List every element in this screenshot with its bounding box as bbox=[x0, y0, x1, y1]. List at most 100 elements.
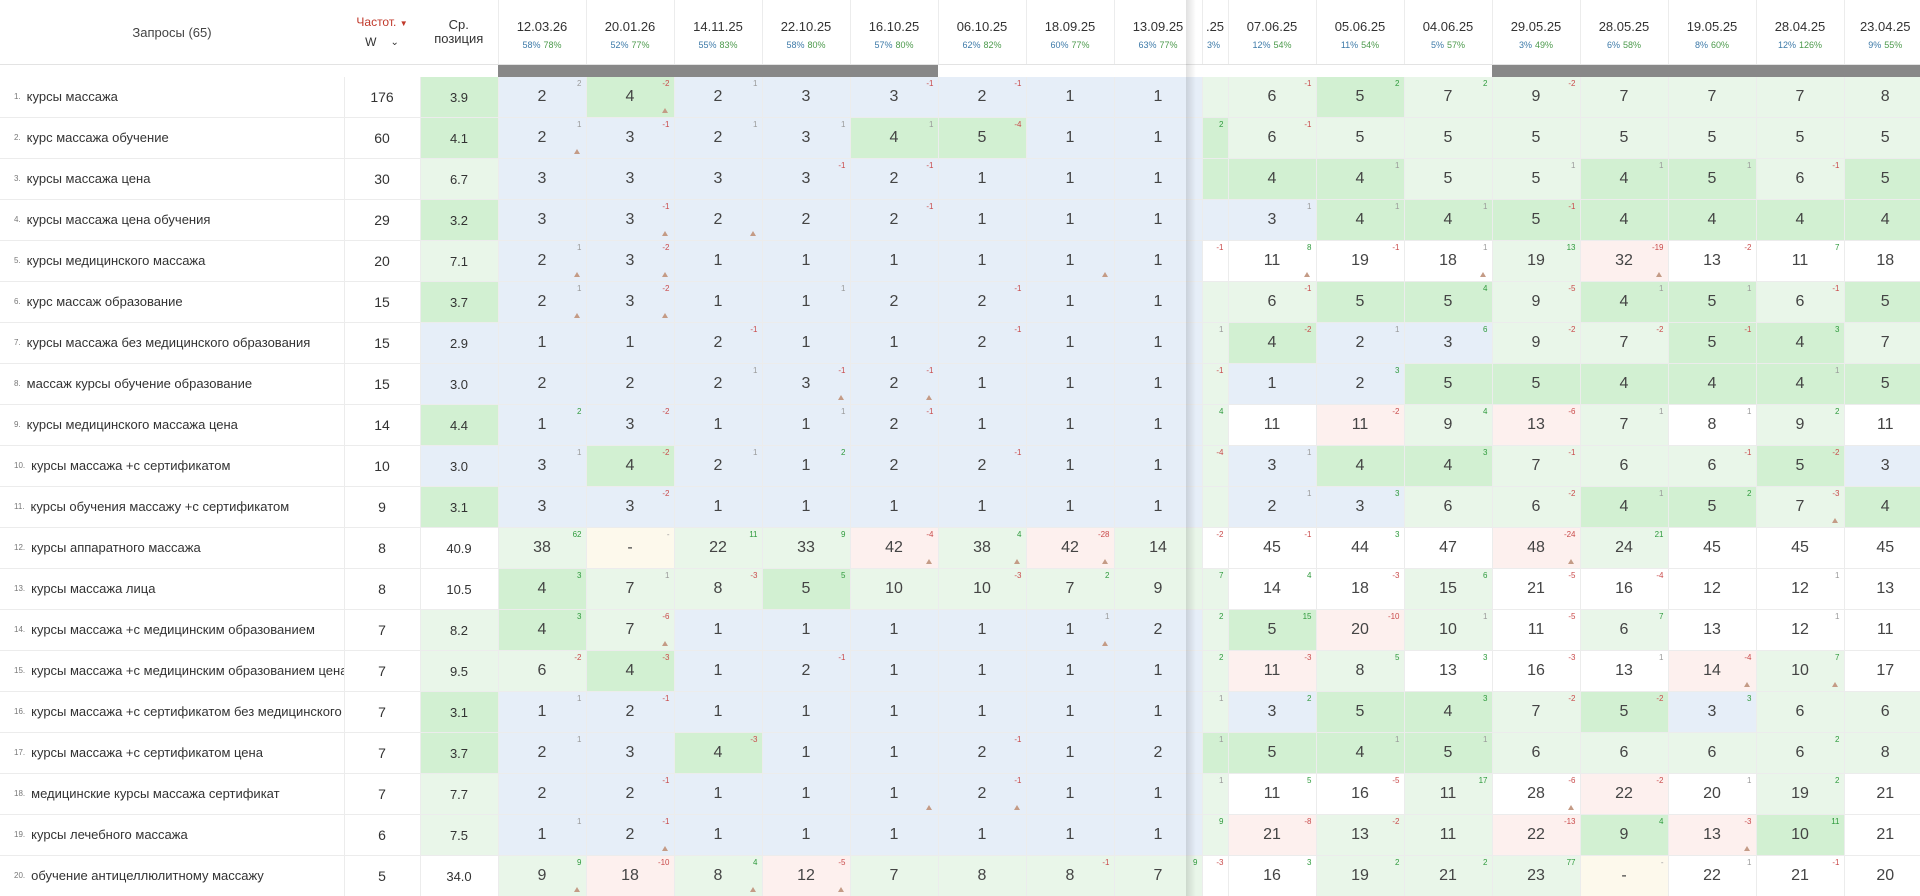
position-cell[interactable]: 11 -2 bbox=[1315, 404, 1404, 446]
position-cell[interactable]: 1 bbox=[761, 486, 850, 528]
position-cell[interactable]: 32 -19 bbox=[1579, 240, 1668, 282]
position-cell[interactable] bbox=[1201, 281, 1228, 323]
position-cell[interactable]: 2 -1 bbox=[585, 773, 674, 815]
position-cell[interactable]: 1 bbox=[1025, 158, 1114, 200]
table-row[interactable]: 14. курсы массажа +с медицинским образова… bbox=[0, 609, 1920, 651]
position-cell[interactable]: 2 bbox=[585, 363, 674, 405]
position-cell[interactable]: 52 bbox=[1667, 486, 1756, 528]
position-cell[interactable]: 3 bbox=[1843, 445, 1920, 487]
position-cell[interactable]: 2 -1 bbox=[585, 691, 674, 733]
position-cell[interactable]: 12 bbox=[1667, 568, 1756, 610]
position-cell[interactable]: 4 bbox=[1843, 199, 1920, 241]
position-cell[interactable]: 3 bbox=[761, 77, 850, 118]
position-cell[interactable]: 12 1 bbox=[1755, 568, 1844, 610]
position-cell[interactable]: 18 -10 bbox=[585, 855, 674, 896]
position-cell[interactable]: 2 -1 bbox=[849, 404, 938, 446]
position-cell[interactable]: 21 bbox=[673, 363, 762, 405]
position-cell[interactable]: 21 bbox=[673, 445, 762, 487]
position-cell[interactable]: 1 bbox=[1025, 486, 1114, 528]
position-cell[interactable]: 11 bbox=[497, 814, 586, 856]
position-cell[interactable]: 21 bbox=[673, 77, 762, 118]
table-row[interactable]: 2. курс массажа обучение 60 4.1 2 1 3 -1 2 1 3 1 4 1 5… bbox=[0, 117, 1920, 159]
position-cell[interactable]: 1 bbox=[1113, 650, 1202, 692]
position-cell[interactable]: 85 bbox=[1315, 650, 1404, 692]
position-cell[interactable]: 11 -5 bbox=[1491, 609, 1580, 651]
position-cell[interactable]: 43 bbox=[497, 609, 586, 651]
position-cell[interactable]: 33 bbox=[1315, 486, 1404, 528]
position-cell[interactable]: 1 bbox=[937, 404, 1026, 446]
position-cell[interactable]: 1 bbox=[673, 404, 762, 446]
position-cell[interactable]: 1 bbox=[1113, 691, 1202, 733]
position-cell[interactable]: 8 bbox=[1843, 77, 1920, 118]
position-cell[interactable]: 62 bbox=[1755, 732, 1844, 774]
date-column-header[interactable]: 23.04.25 9% 55% bbox=[1843, 0, 1920, 65]
position-cell[interactable]: 5 bbox=[1843, 158, 1920, 200]
date-column-header[interactable]: 06.10.25 62% 82% bbox=[937, 0, 1026, 65]
position-cell[interactable]: 22 -2 bbox=[1579, 773, 1668, 815]
position-cell[interactable]: 2 bbox=[497, 773, 586, 815]
position-cell[interactable]: 2 bbox=[673, 199, 762, 241]
position-cell[interactable]: 20 bbox=[1843, 855, 1920, 896]
position-cell[interactable]: 12 bbox=[761, 445, 850, 487]
position-cell[interactable]: 6 -1 bbox=[1227, 77, 1316, 118]
position-cell[interactable]: 13 -2 bbox=[1667, 240, 1756, 282]
position-cell[interactable]: 2 bbox=[1201, 117, 1228, 159]
query-cell[interactable]: 14. курсы массажа +с медицинским образова… bbox=[0, 609, 344, 651]
position-cell[interactable]: 94 bbox=[1403, 404, 1492, 446]
position-cell[interactable]: 22 11 bbox=[673, 527, 762, 569]
position-cell[interactable]: 1 bbox=[673, 691, 762, 733]
position-cell[interactable]: 6 -2 bbox=[497, 650, 586, 692]
position-cell[interactable]: 19 2 bbox=[1315, 855, 1404, 896]
position-cell[interactable]: 11 bbox=[761, 281, 850, 323]
position-cell[interactable]: 21 2 bbox=[1403, 855, 1492, 896]
position-cell[interactable]: 2 -1 bbox=[761, 650, 850, 692]
position-cell[interactable]: 5 -1 bbox=[1667, 322, 1756, 364]
position-cell[interactable]: 1 bbox=[1227, 363, 1316, 405]
position-cell[interactable]: 5 bbox=[1491, 117, 1580, 159]
query-cell[interactable]: 7. курсы массажа без медицинского образов… bbox=[0, 322, 344, 364]
avg-position-column-header[interactable]: Ср. позиция bbox=[420, 0, 498, 65]
position-cell[interactable]: 1 bbox=[849, 773, 938, 815]
position-cell[interactable]: 5 bbox=[1403, 117, 1492, 159]
position-cell[interactable]: 1 bbox=[1201, 773, 1228, 815]
position-cell[interactable]: 1 bbox=[1113, 486, 1202, 528]
position-cell[interactable]: 1 bbox=[1113, 281, 1202, 323]
position-cell[interactable]: 1 bbox=[849, 650, 938, 692]
position-cell[interactable]: 67 bbox=[1579, 609, 1668, 651]
position-cell[interactable]: 32 bbox=[1227, 691, 1316, 733]
query-cell[interactable]: 20. обучение антицеллюлитному массажу bbox=[0, 855, 344, 896]
position-cell[interactable]: 6 bbox=[1755, 691, 1844, 733]
position-cell[interactable]: 1 bbox=[673, 486, 762, 528]
position-cell[interactable]: 1 bbox=[673, 281, 762, 323]
position-cell[interactable]: 1 bbox=[585, 322, 674, 364]
position-cell[interactable]: 41 bbox=[1315, 158, 1404, 200]
table-row[interactable]: 7. курсы массажа без медицинского образов… bbox=[0, 322, 1920, 364]
table-row[interactable]: 15. курсы массажа +с медицинским образова… bbox=[0, 650, 1920, 692]
date-column-header[interactable]: 28.04.25 12% 126% bbox=[1755, 0, 1844, 65]
position-cell[interactable]: 4 bbox=[1579, 199, 1668, 241]
position-cell[interactable]: 31 bbox=[1227, 445, 1316, 487]
position-cell[interactable]: 12 bbox=[497, 404, 586, 446]
position-cell[interactable]: 3 -2 bbox=[585, 240, 674, 282]
position-cell[interactable]: 5 bbox=[1315, 281, 1404, 323]
position-cell[interactable]: -- bbox=[1579, 855, 1668, 896]
position-cell[interactable]: 3 bbox=[585, 158, 674, 200]
position-cell[interactable]: 2 bbox=[1201, 609, 1228, 651]
position-cell[interactable]: 2 -1 bbox=[849, 363, 938, 405]
position-cell[interactable]: 41 bbox=[849, 117, 938, 159]
position-cell[interactable]: 41 bbox=[1579, 281, 1668, 323]
position-cell[interactable]: 1 bbox=[1113, 363, 1202, 405]
position-cell[interactable]: -1 bbox=[1201, 240, 1228, 282]
position-cell[interactable]: -3 bbox=[1201, 855, 1228, 896]
position-cell[interactable]: 21 bbox=[1843, 773, 1920, 815]
query-cell[interactable]: 3. курсы массажа цена bbox=[0, 158, 344, 200]
position-cell[interactable]: -1 bbox=[1201, 363, 1228, 405]
query-cell[interactable]: 6. курс массаж образование bbox=[0, 281, 344, 323]
position-cell[interactable]: 1 bbox=[849, 240, 938, 282]
position-cell[interactable]: 5 bbox=[1843, 363, 1920, 405]
position-cell[interactable]: 1 bbox=[849, 814, 938, 856]
position-cell[interactable]: 22 bbox=[497, 77, 586, 118]
queries-column-header[interactable]: Запросы (65) bbox=[0, 0, 344, 65]
date-column-header[interactable]: 22.10.25 58% 80% bbox=[761, 0, 850, 65]
position-cell[interactable]: 1 bbox=[1025, 240, 1114, 282]
